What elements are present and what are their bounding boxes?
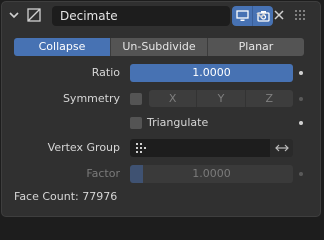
- decimate-modifier-icon: [27, 8, 41, 22]
- decimate-modifier-panel: [1, 1, 321, 217]
- tab-planar[interactable]: Planar: [208, 38, 304, 56]
- symmetry-label: Symmetry: [62, 92, 120, 105]
- triangulate-keyframe-dot[interactable]: [299, 121, 303, 125]
- triangulate-checkbox[interactable]: [130, 117, 142, 129]
- vertex-group-icon: [136, 143, 146, 153]
- symmetry-axis-z[interactable]: Z: [245, 90, 293, 107]
- symmetry-axis-x[interactable]: X: [149, 90, 198, 107]
- vertex-group-field[interactable]: [130, 139, 270, 157]
- collapse-chevron-icon[interactable]: [8, 9, 20, 21]
- tab-collapse[interactable]: Collapse: [14, 38, 111, 56]
- triangulate-label: Triangulate: [147, 116, 209, 129]
- vertex-group-label: Vertex Group: [47, 141, 120, 154]
- symmetry-axis-group: X Y Z: [149, 90, 293, 107]
- ratio-keyframe-dot[interactable]: [299, 71, 303, 75]
- factor-slider[interactable]: 1.0000: [130, 165, 293, 183]
- factor-keyframe-dot[interactable]: [299, 172, 303, 176]
- tab-un-subdivide[interactable]: Un-Subdivide: [111, 38, 208, 56]
- dropdown-chevron-icon[interactable]: [255, 9, 267, 21]
- symmetry-checkbox[interactable]: [130, 93, 142, 105]
- decimate-mode-tabs: Collapse Un-Subdivide Planar: [14, 38, 304, 56]
- symmetry-keyframe-dot[interactable]: [299, 97, 303, 101]
- show-in-viewport-button[interactable]: [232, 6, 253, 26]
- symmetry-axis-y[interactable]: Y: [197, 90, 246, 107]
- factor-slider-fill: [130, 165, 143, 183]
- invert-arrows-icon: [274, 144, 289, 152]
- invert-vertex-group-button[interactable]: [270, 139, 293, 157]
- face-count-text: Face Count: 77976: [14, 190, 118, 203]
- modifier-name-field[interactable]: Decimate: [52, 6, 230, 26]
- close-icon[interactable]: [272, 8, 286, 22]
- ratio-slider[interactable]: 1.0000: [130, 64, 293, 82]
- drag-grip-icon[interactable]: [294, 9, 308, 21]
- factor-label: Factor: [86, 167, 120, 180]
- ratio-label: Ratio: [91, 66, 120, 79]
- monitor-icon: [235, 10, 249, 21]
